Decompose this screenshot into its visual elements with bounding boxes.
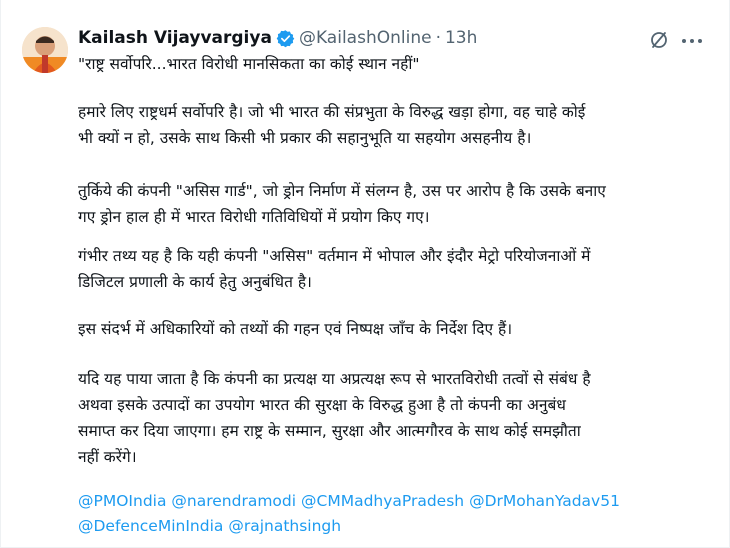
- tweet-headline: "राष्ट्र सर्वोपरि...भारत विरोधी मानसिकता…: [78, 55, 420, 73]
- mention-link[interactable]: @rajnathsingh: [228, 517, 341, 535]
- tweet-line: अथवा इसके उत्पादों का उपयोग भारत की सुरक…: [78, 396, 566, 414]
- mentions-line: @DefenceMinIndia @rajnathsingh: [78, 513, 341, 539]
- tweet-line: गए ड्रोन हाल ही में भारत विरोधी गतिविधिय…: [78, 208, 430, 226]
- tweet-line: हमारे लिए राष्ट्रधर्म सर्वोपरि है। जो भी…: [78, 103, 586, 121]
- tweet-line: डिजिटल प्रणाली के कार्य हेतु अनुबंधित है…: [78, 273, 312, 291]
- verified-badge-icon: [276, 29, 295, 48]
- tweet-timestamp[interactable]: 13h: [445, 28, 477, 48]
- separator-dot: ·: [435, 28, 441, 48]
- tweet-line: भी क्यों न हो, उसके साथ किसी भी प्रकार क…: [78, 129, 532, 147]
- tweet-header: Kailash Vijayvargiya @KailashOnline · 13…: [78, 28, 477, 48]
- mention-link[interactable]: @DrMohanYadav51: [469, 492, 620, 510]
- mention-link[interactable]: @narendramodi: [171, 492, 296, 510]
- tweet-line: इस संदर्भ में अधिकारियों को तथ्यों की गह…: [78, 320, 513, 338]
- grok-icon[interactable]: [649, 30, 669, 50]
- mentions-line: @PMOIndia @narendramodi @CMMadhyaPradesh…: [78, 488, 620, 514]
- mention-link[interactable]: @PMOIndia: [78, 492, 166, 510]
- tweet-line: यदि यह पाया जाता है कि कंपनी का प्रत्यक्…: [78, 370, 591, 388]
- tweet-card: Kailash Vijayvargiya @KailashOnline · 13…: [0, 0, 730, 548]
- avatar[interactable]: [22, 27, 68, 73]
- more-options-icon[interactable]: [681, 30, 703, 52]
- avatar-image: [22, 27, 68, 73]
- author-handle[interactable]: @KailashOnline: [299, 28, 432, 48]
- tweet-line: गंभीर तथ्य यह है कि यही कंपनी "असिस" वर्…: [78, 247, 591, 265]
- tweet-line: तुर्किये की कंपनी "असिस गार्ड", जो ड्रोन…: [78, 182, 606, 200]
- tweet-line: समाप्त कर दिया जाएगा। हम राष्ट्र के सम्म…: [78, 422, 581, 440]
- mention-link[interactable]: @CMMadhyaPradesh: [301, 492, 464, 510]
- author-name[interactable]: Kailash Vijayvargiya: [78, 28, 272, 48]
- mention-link[interactable]: @DefenceMinIndia: [78, 517, 223, 535]
- tweet-line: नहीं करेंगे।: [78, 448, 137, 466]
